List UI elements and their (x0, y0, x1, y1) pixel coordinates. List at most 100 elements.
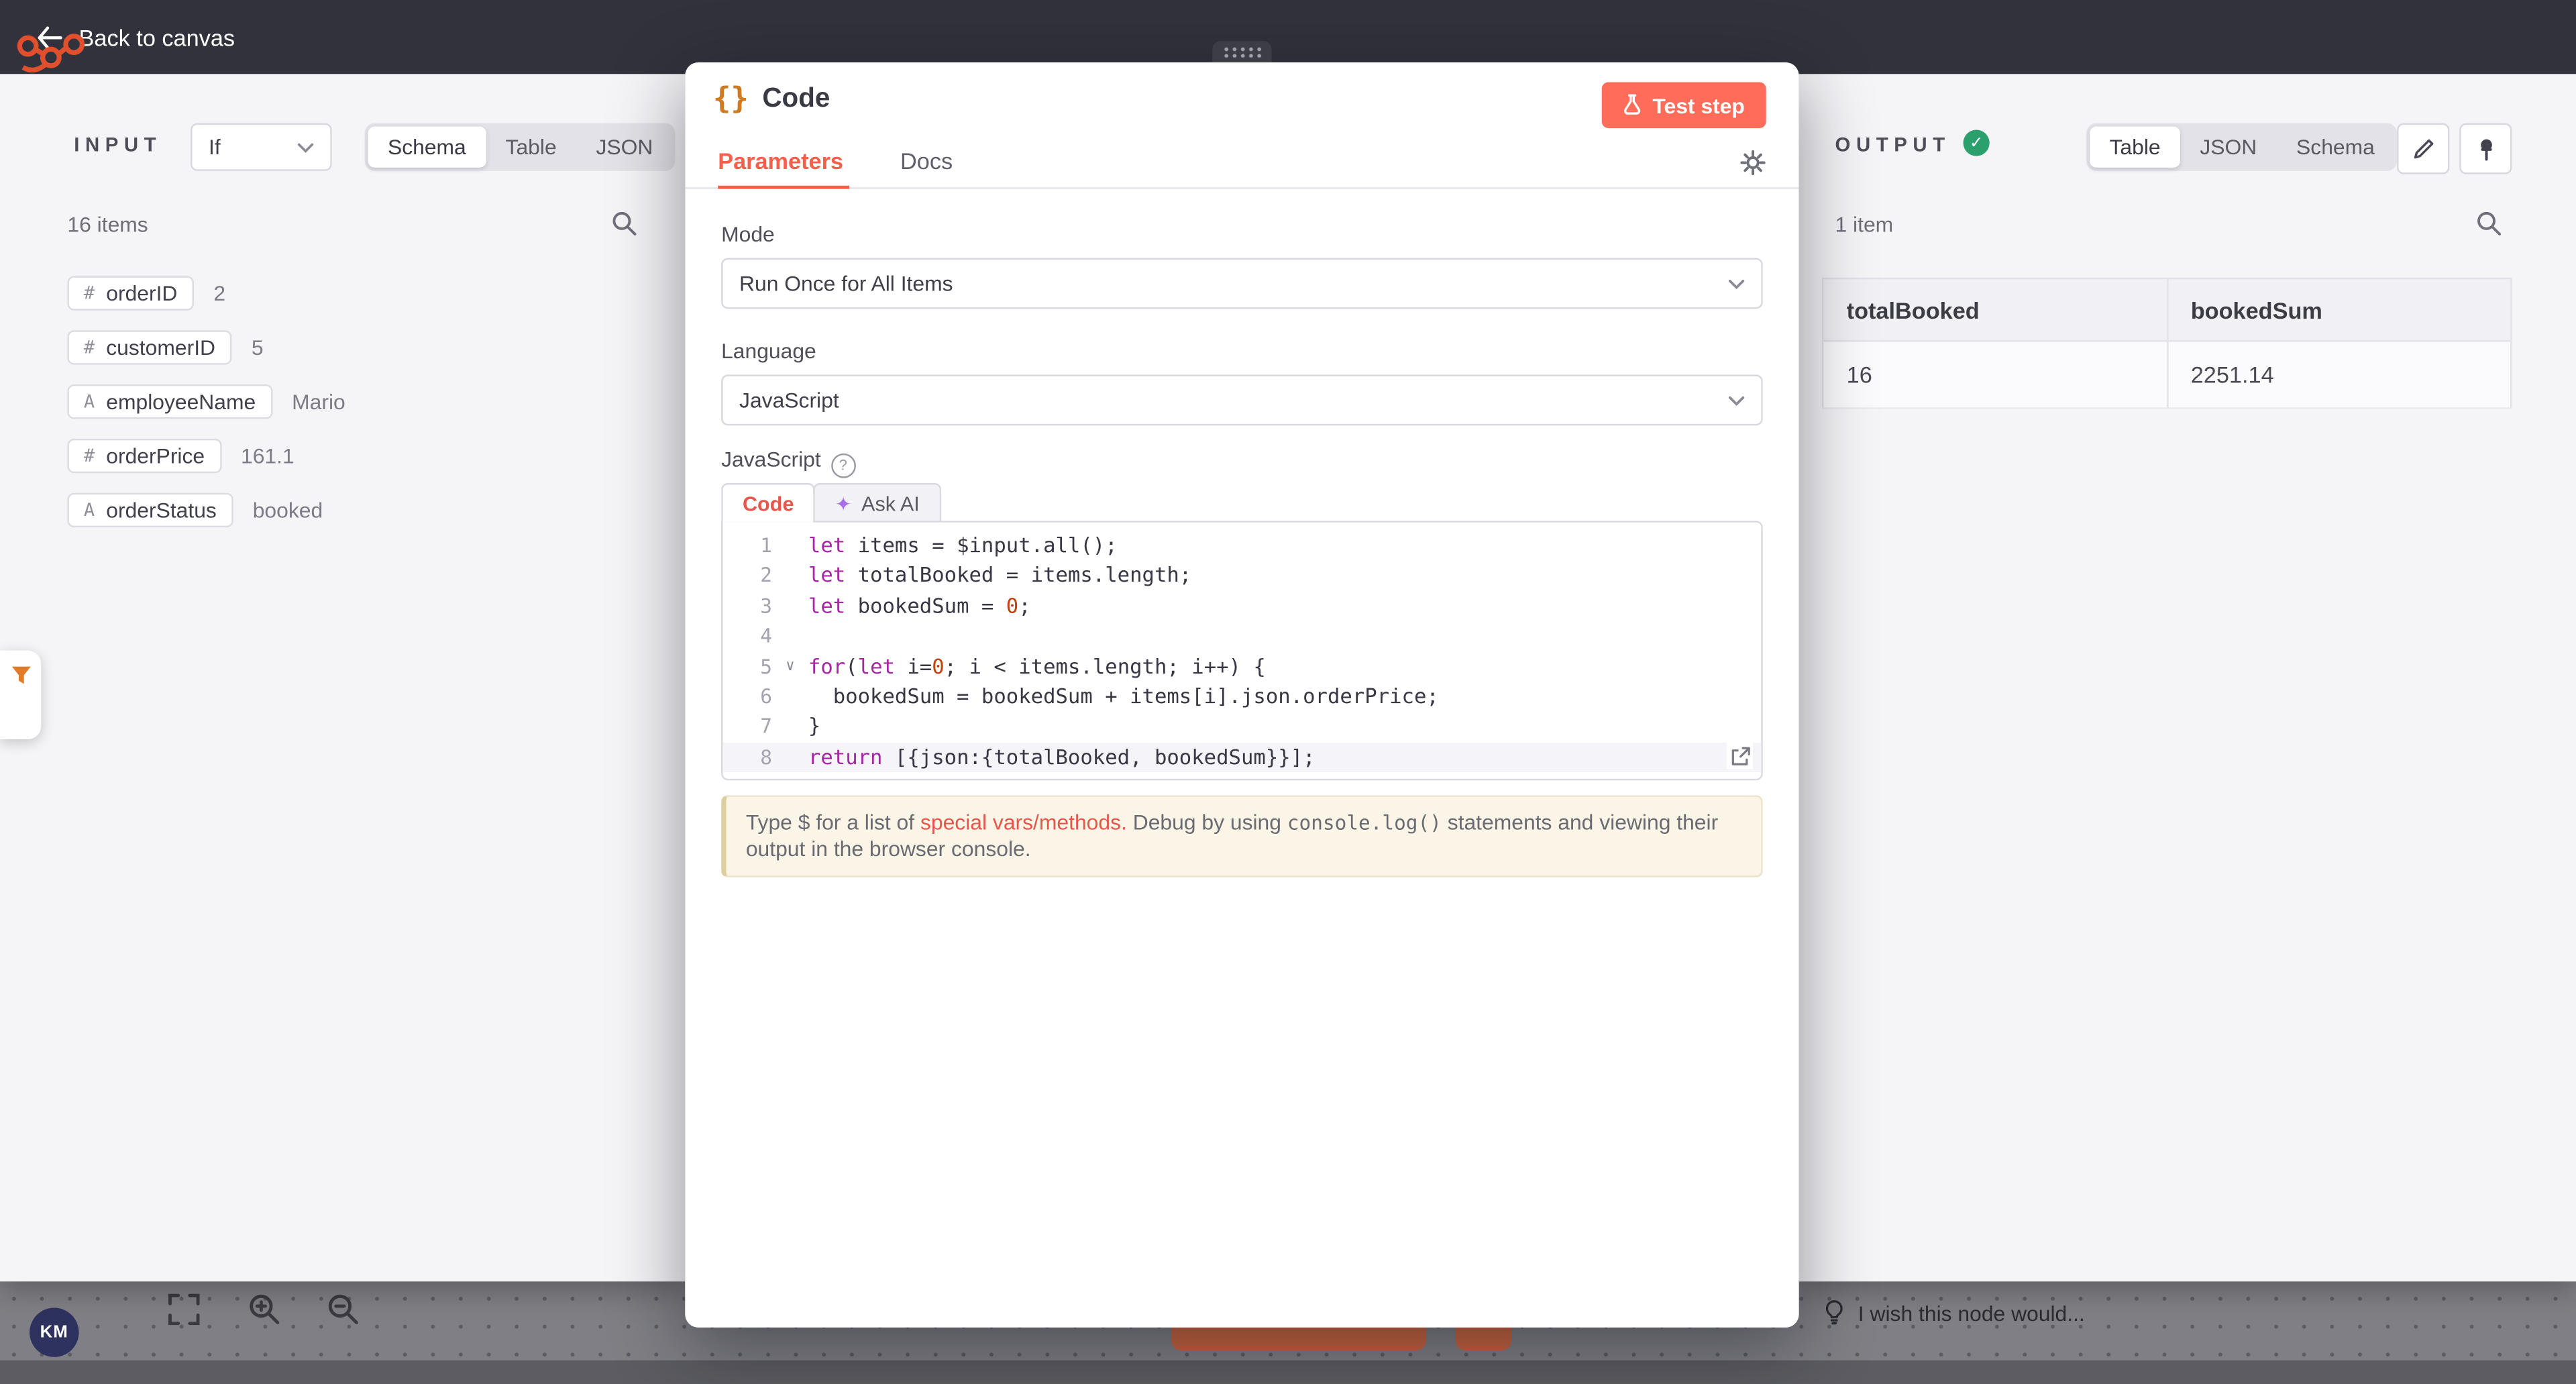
fold-chevron-icon (772, 561, 808, 591)
expand-icon (1729, 745, 1751, 767)
code-line[interactable]: 8return [{json:{totalBooked, bookedSum}}… (723, 742, 1762, 772)
code-line[interactable]: 7} (723, 712, 1762, 742)
editor-hint-callout: Type $ for a list of special vars/method… (721, 795, 1763, 877)
tab-code[interactable]: Code (721, 483, 815, 523)
chevron-down-icon (1728, 395, 1744, 405)
schema-field-row[interactable]: #customerID5 (67, 329, 652, 365)
code-line[interactable]: 2 let totalBooked = items.length; (723, 561, 1762, 591)
field-value: 2 (213, 280, 225, 305)
code-text: let bookedSum = 0; (808, 591, 1031, 621)
output-table-body: 162251.14 (1823, 341, 2511, 408)
line-number: 2 (723, 561, 772, 591)
pin-output-button[interactable] (2459, 123, 2512, 174)
line-number: 4 (723, 621, 772, 651)
field-pill[interactable]: AorderStatus (67, 492, 233, 526)
tab-input-schema[interactable]: Schema (368, 127, 486, 168)
modal-drag-handle[interactable] (1212, 41, 1271, 62)
fit-view-button[interactable] (162, 1288, 205, 1331)
output-search-button[interactable] (2476, 210, 2502, 244)
code-line[interactable]: 5∨for(let i=0; i < items.length; i++) { (723, 651, 1762, 682)
mode-label: Mode (721, 222, 775, 247)
schema-field-row[interactable]: #orderID 2 (67, 274, 652, 311)
fold-chevron-icon[interactable]: ∨ (772, 651, 808, 682)
fold-chevron-icon (772, 531, 808, 561)
field-name: customerID (106, 334, 215, 359)
schema-field-row[interactable]: AorderStatus booked (67, 491, 652, 527)
zoom-out-icon (327, 1293, 360, 1326)
input-items-count: 16 items (67, 212, 148, 237)
column-header: totalBooked (1823, 278, 2167, 341)
hint-mid: Debug by using (1127, 810, 1287, 835)
node-settings-button[interactable] (1739, 150, 1766, 184)
table-row[interactable]: 162251.14 (1823, 341, 2511, 408)
field-pill[interactable]: #orderPrice (67, 438, 221, 472)
tab-output-table[interactable]: Table (2090, 127, 2180, 168)
code-editor[interactable]: 1 let items = $input.all(); 2 let totalBook… (721, 521, 1763, 780)
zoom-in-button[interactable] (243, 1288, 286, 1331)
search-icon (2476, 210, 2502, 236)
active-tab-underline (718, 186, 849, 189)
input-panel: INPUT If Schema Table JSON 16 items #ord… (0, 74, 685, 1281)
field-pill[interactable]: AemployeeName (67, 384, 272, 418)
help-icon[interactable]: ? (830, 453, 855, 478)
code-text: let totalBooked = items.length; (808, 561, 1191, 591)
lightbulb-icon (1823, 1299, 1845, 1326)
tab-input-table[interactable]: Table (486, 127, 576, 168)
zoom-in-icon (248, 1293, 281, 1326)
schema-field-row[interactable]: AemployeeNameMario (67, 383, 652, 419)
code-text: let items = $input.all(); (808, 531, 1118, 561)
schema-field-row[interactable]: #orderPrice161.1 (67, 437, 652, 473)
tab-docs[interactable]: Docs (900, 148, 953, 174)
language-label: Language (721, 338, 816, 363)
code-line[interactable]: 6 bookedSum = bookedSum + items[i].json.… (723, 682, 1762, 712)
code-lines: 1 let items = $input.all(); 2 let totalBook… (723, 531, 1762, 772)
field-pill[interactable]: # customerID (67, 329, 231, 364)
field-name: orderStatus (106, 497, 217, 522)
expand-editor-button[interactable] (1727, 743, 1753, 769)
check-circle-icon: ✓ (1964, 129, 1990, 156)
tab-ask-ai[interactable]: ✦ Ask AI (814, 483, 941, 523)
code-line[interactable]: 3let bookedSum = 0; (723, 591, 1762, 621)
test-step-label: Test step (1652, 93, 1744, 117)
line-number: 1 (723, 531, 772, 561)
output-view-tabs: Table JSON Schema (2086, 123, 2398, 171)
field-type-icon: # (84, 444, 95, 466)
special-vars-link[interactable]: special vars/methods. (920, 810, 1127, 835)
field-type-icon: A (84, 390, 95, 412)
mode-select[interactable]: Run Once for All Items (721, 258, 1763, 309)
field-name: orderID (106, 280, 177, 305)
test-step-button[interactable]: Test step (1601, 82, 1766, 128)
language-select[interactable]: JavaScript (721, 374, 1763, 425)
tab-output-schema[interactable]: Schema (2277, 127, 2395, 168)
avatar[interactable]: KM (30, 1308, 78, 1356)
node-title: Code (762, 84, 830, 115)
edit-output-button[interactable] (2397, 123, 2449, 174)
tab-input-json[interactable]: JSON (576, 127, 673, 168)
node-feedback-button[interactable]: I wish this node would... (1823, 1299, 2084, 1326)
hint-pre: Type $ for a list of (746, 810, 920, 835)
tab-parameters[interactable]: Parameters (718, 148, 843, 174)
field-value: booked (253, 497, 323, 522)
field-pill[interactable]: #orderID (67, 275, 194, 309)
input-title: INPUT (74, 133, 162, 156)
back-label: Back to canvas (79, 24, 235, 50)
input-node-stub[interactable] (0, 651, 41, 739)
zoom-out-button[interactable] (322, 1288, 365, 1331)
tab-output-json[interactable]: JSON (2180, 127, 2277, 168)
code-line[interactable]: 4 (723, 621, 1762, 651)
flask-icon (1623, 94, 1641, 117)
editor-label: JavaScript? (721, 447, 855, 477)
line-number: 7 (723, 712, 772, 742)
editor-tabs: Code ✦ Ask AI (721, 483, 941, 523)
sparkles-icon: ✦ (835, 492, 852, 515)
input-view-tabs: Schema Table JSON (365, 123, 676, 171)
field-type-icon: # (84, 336, 95, 358)
column-header: bookedSum (2167, 278, 2511, 341)
search-icon (611, 210, 637, 236)
canvas-bottom-band (0, 1361, 2576, 1383)
input-search-button[interactable] (611, 210, 637, 244)
input-source-select[interactable]: If (191, 123, 332, 171)
pencil-icon (2412, 137, 2434, 160)
code-node-icon: {} (713, 82, 749, 116)
code-line[interactable]: 1 let items = $input.all(); (723, 531, 1762, 561)
